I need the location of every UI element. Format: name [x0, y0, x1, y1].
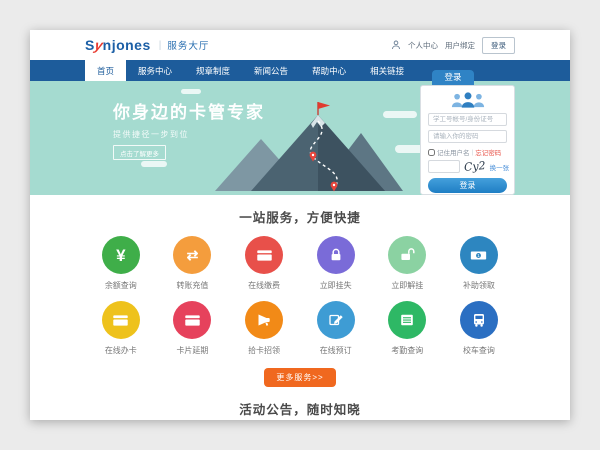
services-title: 一站服务，方便快捷	[85, 207, 515, 226]
nav-item-regulations[interactable]: 规章制度	[184, 60, 242, 81]
bank-card-icon	[184, 312, 201, 329]
nav-item-home[interactable]: 首页	[85, 60, 126, 81]
password-input[interactable]	[428, 130, 507, 143]
attendance-list-icon	[399, 312, 415, 328]
site-name: 服务大厅	[167, 38, 209, 52]
captcha-image[interactable]: Cy2	[463, 159, 486, 174]
service-subsidy[interactable]: 1 补助领取	[443, 236, 515, 291]
login-panel: 登录 记住用户名 | 忘记密码	[420, 70, 515, 195]
logo-divider: |	[159, 40, 162, 51]
users-group-icon	[448, 91, 488, 109]
unlock-icon	[399, 247, 415, 263]
megaphone-icon	[256, 312, 272, 328]
header: Synjones | 服务大厅 个人中心 用户绑定 登录	[30, 30, 570, 60]
remember-row: 记住用户名 | 忘记密码	[428, 147, 507, 157]
hero-banner: 你身边的卡管专家 提供捷径一步到位 点击了解更多	[30, 81, 570, 195]
services-grid: ¥ 余额查询 ⇄ 转账充值 在线缴费	[85, 236, 515, 366]
browser-canvas: Synjones | 服务大厅 个人中心 用户绑定 登录 首页 服务中心 规章制…	[0, 0, 600, 450]
service-online-payment[interactable]: 在线缴费	[228, 236, 300, 291]
service-report-loss[interactable]: 立即挂失	[300, 236, 372, 291]
remember-label: 记住用户名	[437, 147, 470, 157]
username-input[interactable]	[428, 113, 507, 126]
hero-title: 你身边的卡管专家	[113, 98, 265, 123]
hero-text: 你身边的卡管专家 提供捷径一步到位 点击了解更多	[113, 98, 265, 161]
user-binding-link[interactable]: 用户绑定	[445, 40, 475, 51]
bank-card-icon	[256, 247, 273, 264]
banknote-icon: 1	[470, 247, 487, 264]
service-balance[interactable]: ¥ 余额查询	[85, 236, 157, 291]
portal-page: Synjones | 服务大厅 个人中心 用户绑定 登录 首页 服务中心 规章制…	[30, 30, 570, 420]
service-transfer[interactable]: ⇄ 转账充值	[157, 236, 229, 291]
yuan-icon: ¥	[116, 247, 125, 264]
logo-text-rest: njones	[103, 37, 151, 53]
service-apply-card[interactable]: 在线办卡	[85, 301, 157, 356]
separator: |	[472, 149, 474, 156]
captcha-row: Cy2 换一张	[428, 160, 507, 173]
transfer-arrows-icon: ⇄	[187, 248, 199, 262]
hero-subtitle: 提供捷径一步到位	[113, 129, 265, 140]
more-services-button[interactable]: 更多服务>>	[264, 368, 335, 387]
bus-icon	[471, 312, 487, 328]
announcements-title: 活动公告，随时知晓	[85, 399, 515, 418]
logo[interactable]: Synjones | 服务大厅	[85, 37, 209, 53]
service-attendance[interactable]: 考勤查询	[372, 301, 444, 356]
services-section: 一站服务，方便快捷 ¥ 余额查询 ⇄ 转账充值 在线缴费	[30, 207, 570, 387]
nav-item-news[interactable]: 新闻公告	[242, 60, 300, 81]
lock-icon	[328, 247, 344, 263]
bank-card-icon	[112, 312, 129, 329]
service-lost-found[interactable]: 拾卡招领	[228, 301, 300, 356]
header-login-button[interactable]: 登录	[482, 37, 515, 54]
captcha-input[interactable]	[428, 160, 460, 173]
cloud	[383, 111, 417, 118]
service-release-loss[interactable]: 立即解挂	[372, 236, 444, 291]
personal-center-link[interactable]: 个人中心	[408, 40, 438, 51]
header-user-area: 个人中心 用户绑定 登录	[391, 37, 515, 54]
nav-item-help-center[interactable]: 帮助中心	[300, 60, 358, 81]
announcements-section: 活动公告，随时知晓 使用指南 最新公告 更多>> 使用指南 更多>>	[30, 399, 570, 420]
cloud	[141, 161, 167, 167]
forgot-password-link[interactable]: 忘记密码	[475, 147, 501, 157]
service-online-booking[interactable]: 在线预订	[300, 301, 372, 356]
person-icon	[391, 40, 401, 50]
login-form: 记住用户名 | 忘记密码 Cy2 换一张 登录	[420, 85, 515, 195]
change-captcha-link[interactable]: 换一张	[490, 162, 510, 172]
nav-item-service-center[interactable]: 服务中心	[126, 60, 184, 81]
hero-cta-button[interactable]: 点击了解更多	[113, 145, 166, 160]
service-card-extension[interactable]: 卡片延期	[157, 301, 229, 356]
remember-checkbox[interactable]	[428, 149, 435, 156]
edit-icon	[328, 312, 344, 328]
login-submit-button[interactable]: 登录	[428, 178, 507, 193]
service-school-bus[interactable]: 校车查询	[443, 301, 515, 356]
cloud	[181, 89, 201, 94]
login-tab[interactable]: 登录	[432, 70, 474, 85]
nav-item-related-links[interactable]: 相关链接	[358, 60, 416, 81]
